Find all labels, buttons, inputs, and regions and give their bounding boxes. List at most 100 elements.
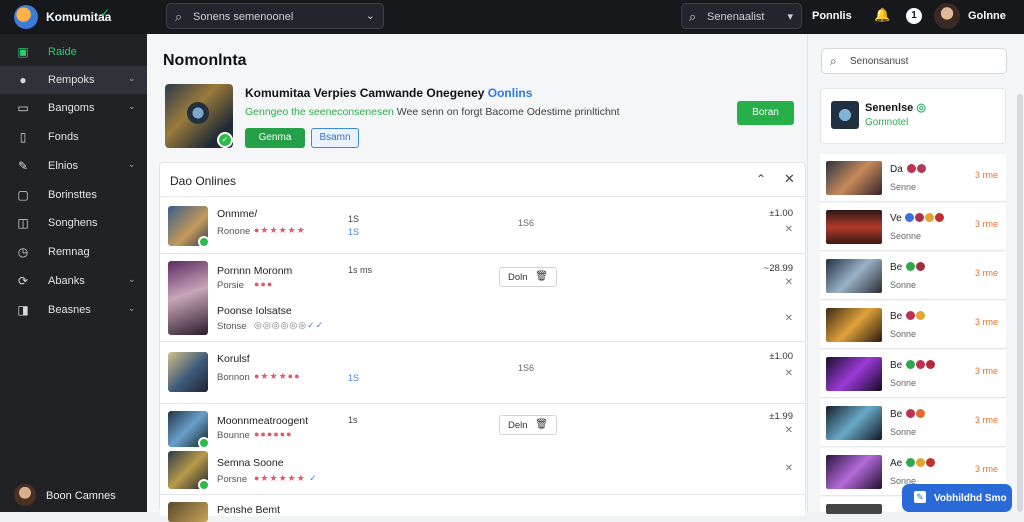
item-title-text: Ae [890, 458, 903, 469]
remove-icon[interactable]: ✕ [785, 425, 793, 436]
sidebar-item-docs[interactable]: ▯ Fonds [0, 123, 147, 151]
table-row[interactable]: Pornnn Moronm Porsie ●●● 1s ms Poonse Io… [160, 255, 805, 342]
sidebar-user[interactable]: Boon Camnes [14, 484, 144, 508]
item-subtitle: Sonne [890, 329, 917, 339]
scrollbar[interactable] [1017, 94, 1023, 512]
item-title-text: Be [890, 409, 903, 420]
remove-icon[interactable]: ✕ [785, 313, 793, 324]
sidebar-item-box[interactable]: ◫ Songhens [0, 209, 147, 237]
secondary-action-button[interactable]: Bsamn [311, 128, 359, 148]
caret-down-icon[interactable]: ▾ [787, 10, 793, 23]
row-thumbnail [168, 411, 210, 449]
page-title: Nomonlnta [163, 52, 247, 69]
community-description: Genngeo the seeneconsenesen Wee senn on … [245, 106, 620, 118]
list-item[interactable]: Da Senne 3 rme [820, 154, 1006, 202]
community-title-text: Komumitaa Verpies Camwande Onegeney [245, 86, 485, 100]
sidebar-item-profile[interactable]: ● Rempoks ⌄ [0, 66, 147, 94]
profile-status: Gomnotel [865, 117, 909, 128]
rating-icons: ●★★★★★ ✓ [254, 473, 318, 483]
collapse-icon[interactable]: ⌃ [756, 172, 766, 186]
join-button[interactable]: Boran [737, 101, 794, 125]
profile-card[interactable]: Senenlse ◎ Gomnotel [820, 88, 1006, 144]
table-row[interactable]: Moonnmeatroogent Bounne ●●●●●● 1s Semna … [160, 405, 805, 495]
sidebar-item-chat[interactable]: ▢ Borinsttes [0, 181, 147, 209]
item-badge-icon [915, 213, 925, 222]
item-thumbnail [826, 406, 882, 440]
top-link[interactable]: Ponnlis [812, 10, 852, 22]
item-badge-icon [916, 360, 926, 369]
list-item[interactable]: Be Sonne 3 rme [820, 350, 1006, 398]
item-subtitle: Sonne [890, 378, 917, 388]
app-logo[interactable] [14, 5, 38, 29]
status-badge [198, 437, 210, 449]
sidebar-item-sync[interactable]: ⟳ Abanks ⌄ [0, 267, 147, 295]
floating-action-button[interactable]: ✎ Vobhildhd Smo [902, 484, 1012, 512]
row-meta-link[interactable]: 1S [348, 373, 359, 383]
user-name[interactable]: Golnne [968, 10, 1006, 22]
item-thumbnail [826, 210, 882, 244]
status-badge [198, 479, 210, 491]
community-title: Komumitaa Verpies Camwande Onegeney Oonl… [245, 86, 532, 100]
chevron-down-icon[interactable]: ⌄ [366, 9, 375, 22]
list-item[interactable]: Be Sonne 3 rme [820, 399, 1006, 447]
primary-action-button[interactable]: Genma [245, 128, 305, 148]
row-name: Moonnmeatroogent [217, 415, 309, 427]
remove-icon[interactable]: ✕ [785, 224, 793, 235]
list-item[interactable]: Ve Seonne 3 rme [820, 203, 1006, 251]
trash-icon: 🗑 [535, 271, 548, 282]
remove-icon[interactable]: ✕ [785, 368, 793, 379]
item-title: Da [890, 164, 926, 175]
details-button[interactable]: Doln 🗑 [499, 267, 557, 287]
sidebar-item-home[interactable]: ▣ Raide [0, 38, 147, 66]
sidebar-item-label: Raide [48, 46, 77, 58]
row-thumbnail-secondary [168, 451, 210, 491]
item-title: Be [890, 262, 926, 273]
close-icon[interactable]: ✕ [784, 171, 795, 187]
sidebar-item-label: Beasnes [48, 304, 91, 316]
chevron-down-icon: ⌄ [128, 274, 136, 284]
profile-name: Senenlse ◎ [865, 101, 926, 114]
community-title-link[interactable]: Oonlins [488, 86, 533, 100]
row-name-secondary: Semna Soone [217, 457, 284, 469]
item-badge-icon [905, 213, 915, 222]
sidebar-item-label: Elnios [48, 160, 78, 172]
chat-icon: ▢ [17, 188, 29, 202]
search-input[interactable]: ⌕ Sonens semenoonel ⌄ [166, 3, 384, 29]
item-subtitle: Senne [890, 182, 917, 192]
remove-icon[interactable]: ✕ [785, 277, 793, 288]
sidebar-item-edit[interactable]: ✎ Elnios ⌄ [0, 152, 147, 180]
rating-icons: ●●● [254, 279, 274, 289]
sidebar-item-grid[interactable]: ▭ Bangoms ⌄ [0, 94, 147, 122]
bell-icon[interactable]: 🔔 [874, 7, 890, 23]
table-row[interactable]: Onmme/ Ronone ●★★★★★ 1S 1S 1S6 ±1.00 ✕ [160, 198, 805, 254]
item-title-text: Ve [890, 213, 902, 224]
pen-icon: ✎ [17, 159, 29, 173]
row-subtitle-secondary: Porsne [217, 474, 248, 485]
row-meta-link[interactable]: 1S [348, 227, 359, 237]
user-avatar[interactable] [934, 3, 960, 29]
remove-icon[interactable]: ✕ [785, 463, 793, 474]
table-row[interactable]: Korulsf Bonnon ●★★★●● 1S 1S6 ±1.00 ✕ [160, 343, 805, 404]
list-item[interactable]: Be Sonne 3 rme [820, 252, 1006, 300]
sidebar-item-label: Songhens [48, 217, 98, 229]
notification-badge[interactable]: 1 [906, 8, 922, 24]
list-item[interactable]: Be Sonne 3 rme [820, 301, 1006, 349]
doc-icon: ▯ [19, 130, 27, 144]
row-chip: 1S6 [518, 218, 535, 228]
row-value: ±1.00 [769, 208, 793, 219]
secondary-search-input[interactable]: ⌕ Senenaalist ▾ [681, 3, 802, 29]
bag-icon: ◨ [17, 303, 29, 317]
sidebar-item-clock[interactable]: ◷ Remnag [0, 238, 147, 266]
details-button[interactable]: Deln 🗑 [499, 415, 557, 435]
right-search-input[interactable]: ⌕ Senonsanust [821, 48, 1007, 74]
sidebar-item-bag[interactable]: ◨ Beasnes ⌄ [0, 296, 147, 324]
box-icon: ◫ [17, 216, 29, 230]
row-thumbnail [168, 352, 208, 392]
row-subtitle: Porsie [217, 280, 244, 291]
item-price: 3 rme [974, 170, 998, 180]
row-subtitle: Bonnon [217, 372, 250, 383]
verified-icon: ✓ [217, 132, 233, 148]
right-search-placeholder: Senonsanust [850, 56, 909, 67]
profile-name-text: Senenlse [865, 102, 914, 114]
table-row[interactable]: Penshe Bemt [160, 496, 805, 522]
